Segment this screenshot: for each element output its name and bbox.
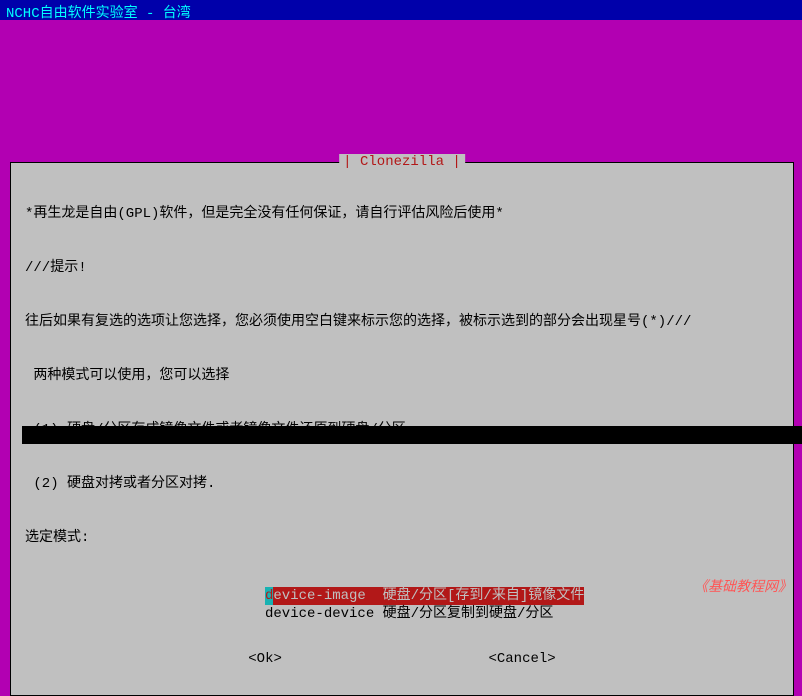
text-line: 两种模式可以使用，您可以选择 [25, 367, 779, 385]
text-line: 选定模式: [25, 529, 779, 547]
ok-button[interactable]: <Ok> [248, 651, 282, 667]
cancel-button[interactable]: <Cancel> [488, 651, 555, 667]
text-line: 往后如果有复选的选项让您选择，您必须使用空白键来标示您的选择，被标示选到的部分会… [25, 313, 779, 331]
dialog-body: *再生龙是自由(GPL)软件，但是完全没有任何保证，请自行评估风险后使用* //… [25, 169, 779, 583]
dialog-title: | Clonezilla | [339, 154, 465, 170]
window-title-bar: NCHC自由软件实验室 - 台湾 [0, 0, 802, 20]
mode-options: device-image 硬盘/分区[存到/来自]镜像文件 device-dev… [25, 587, 779, 623]
watermark: 《基础教程网》 [694, 576, 792, 596]
option-device-device[interactable]: device-device 硬盘/分区复制到硬盘/分区 [265, 605, 779, 623]
dialog-buttons: <Ok> <Cancel> [25, 651, 779, 667]
window-title: NCHC自由软件实验室 - 台湾 [6, 6, 191, 22]
text-line: (2) 硬盘对拷或者分区对拷. [25, 475, 779, 493]
dialog-shadow [22, 426, 802, 444]
text-line: *再生龙是自由(GPL)软件，但是完全没有任何保证，请自行评估风险后使用* [25, 205, 779, 223]
text-line: ///提示! [25, 259, 779, 277]
